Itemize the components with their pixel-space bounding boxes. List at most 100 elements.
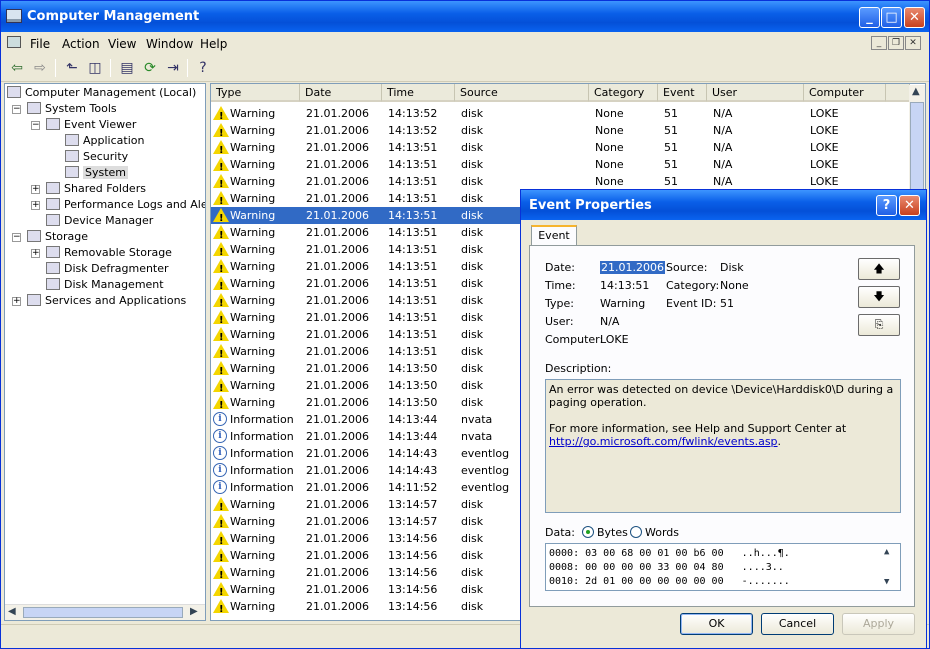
scroll-left-icon[interactable]: ◀ bbox=[8, 606, 16, 617]
cell-type: Information bbox=[230, 481, 294, 494]
tree-item-disk-management[interactable]: Disk Management bbox=[46, 277, 164, 293]
mdi-restore-button[interactable]: ❐ bbox=[888, 36, 904, 50]
words-radio[interactable]: Words bbox=[630, 526, 679, 539]
column-header-spacer bbox=[886, 84, 910, 102]
menu-help[interactable]: Help bbox=[200, 37, 227, 51]
column-header-date[interactable]: Date bbox=[300, 84, 382, 102]
menu-view[interactable]: View bbox=[108, 37, 136, 51]
cell-type: Information bbox=[230, 447, 294, 460]
mdi-minimize-button[interactable]: _ bbox=[871, 36, 887, 50]
cell-source: disk bbox=[461, 124, 484, 137]
properties-icon[interactable]: ▤ bbox=[117, 58, 137, 78]
ok-button[interactable]: OK bbox=[680, 613, 753, 635]
expand-toggle[interactable]: + bbox=[31, 249, 40, 258]
tree-item-system-tools[interactable]: System Tools bbox=[27, 101, 117, 117]
column-header-category[interactable]: Category bbox=[589, 84, 658, 102]
data-box[interactable]: 0000: 03 00 68 00 01 00 b6 00 ..h...¶. 0… bbox=[545, 543, 901, 591]
column-header-type[interactable]: Type bbox=[211, 84, 300, 102]
tree-item-shared-folders[interactable]: Shared Folders bbox=[46, 181, 146, 197]
bytes-radio[interactable]: Bytes bbox=[582, 526, 628, 539]
expand-toggle[interactable]: + bbox=[31, 201, 40, 210]
cell-date: 21.01.2006 bbox=[306, 481, 369, 494]
export-list-icon[interactable]: ⇥ bbox=[163, 58, 183, 78]
console-tree[interactable]: Computer Management (Local) − System Too… bbox=[4, 83, 206, 621]
date-value[interactable]: 21.01.2006 bbox=[600, 261, 665, 274]
menu-bar: File Action View Window Help _ ❐ ✕ bbox=[1, 32, 929, 54]
next-event-button[interactable]: 🡇 bbox=[858, 286, 900, 308]
tree-item-application[interactable]: Application bbox=[65, 133, 144, 149]
log-icon bbox=[65, 166, 79, 178]
forward-icon[interactable]: ⇨ bbox=[30, 58, 50, 78]
table-row[interactable]: Warning 21.01.2006 14:13:51 disk None 51 N/A LO… bbox=[211, 139, 911, 159]
cell-time: 14:13:51 bbox=[388, 192, 438, 205]
tree-horizontal-scrollbar[interactable]: ◀ ▶ bbox=[5, 604, 205, 620]
scroll-right-icon[interactable]: ▶ bbox=[190, 606, 198, 617]
column-header-computer[interactable]: Computer bbox=[804, 84, 886, 102]
cancel-button[interactable]: Cancel bbox=[761, 613, 834, 635]
tree-item-removable-storage[interactable]: Removable Storage bbox=[46, 245, 172, 261]
close-button[interactable]: ✕ bbox=[904, 7, 925, 28]
data-scroll-down-icon[interactable]: ▼ bbox=[884, 575, 889, 589]
tree-item-label: Device Manager bbox=[64, 214, 154, 227]
tree-item-security[interactable]: Security bbox=[65, 149, 128, 165]
warning-icon bbox=[213, 548, 229, 567]
tree-item-event-viewer[interactable]: Event Viewer bbox=[46, 117, 136, 133]
tree-item-performance-logs[interactable]: Performance Logs and Alerts bbox=[46, 197, 205, 213]
collapse-toggle[interactable]: − bbox=[12, 105, 21, 114]
cell-date: 21.01.2006 bbox=[306, 294, 369, 307]
expand-toggle[interactable]: + bbox=[31, 185, 40, 194]
tree-item-device-manager[interactable]: Device Manager bbox=[46, 213, 153, 229]
mdi-close-button[interactable]: ✕ bbox=[905, 36, 921, 50]
dialog-help-button[interactable]: ? bbox=[876, 195, 897, 216]
collapse-toggle[interactable]: − bbox=[12, 233, 21, 242]
show-hide-tree-icon[interactable]: ◫ bbox=[85, 58, 105, 78]
tree-item-label: Application bbox=[83, 134, 145, 147]
tree-item-computer-management[interactable]: Computer Management (Local) bbox=[7, 85, 196, 101]
minimize-button[interactable]: _ bbox=[859, 7, 880, 28]
description-box[interactable]: An error was detected on device \Device\… bbox=[545, 379, 901, 513]
scrollbar-thumb[interactable] bbox=[23, 607, 183, 618]
collapse-toggle[interactable]: − bbox=[31, 121, 40, 130]
apply-button[interactable]: Apply bbox=[842, 613, 915, 635]
tree-item-system[interactable]: System bbox=[65, 165, 129, 181]
maximize-button[interactable]: □ bbox=[881, 7, 902, 28]
refresh-icon[interactable]: ⟳ bbox=[140, 58, 160, 78]
back-icon[interactable]: ⇦ bbox=[7, 58, 27, 78]
table-row[interactable]: Warning 21.01.2006 14:13:52 disk None 51 N/A LO… bbox=[211, 105, 911, 125]
menu-action[interactable]: Action bbox=[62, 37, 100, 51]
column-header-source[interactable]: Source bbox=[455, 84, 589, 102]
eventid-label: Event ID: bbox=[666, 297, 717, 310]
help-icon[interactable]: ? bbox=[193, 58, 213, 78]
scrollbar-thumb[interactable] bbox=[910, 102, 924, 192]
title-bar[interactable]: Computer Management _ □ ✕ bbox=[1, 1, 929, 32]
tree-item-services-applications[interactable]: Services and Applications bbox=[27, 293, 186, 309]
storage-icon bbox=[27, 230, 41, 242]
help-link[interactable]: http://go.microsoft.com/fwlink/events.as… bbox=[549, 435, 778, 448]
column-header-time[interactable]: Time bbox=[382, 84, 455, 102]
cell-type: Warning bbox=[230, 226, 276, 239]
tree-item-storage[interactable]: Storage bbox=[27, 229, 88, 245]
table-row[interactable]: Warning 21.01.2006 14:13:51 disk None 51 N/A LO… bbox=[211, 156, 911, 176]
dialog-close-button[interactable]: ✕ bbox=[899, 195, 920, 216]
column-header-event[interactable]: Event bbox=[658, 84, 707, 102]
table-row[interactable]: Warning 21.01.2006 14:13:52 disk None 51 N/A LO… bbox=[211, 122, 911, 142]
cell-time: 14:13:50 bbox=[388, 362, 438, 375]
cell-date: 21.01.2006 bbox=[306, 158, 369, 171]
menu-window[interactable]: Window bbox=[146, 37, 193, 51]
mdi-system-icon[interactable] bbox=[7, 36, 21, 48]
dialog-title-bar[interactable]: Event Properties ? ✕ bbox=[521, 190, 926, 220]
cell-type: Warning bbox=[230, 260, 276, 273]
table-row[interactable]: Warning 21.01.2006 14:13:51 disk None 51 N/A LO… bbox=[211, 173, 911, 193]
expand-toggle[interactable]: + bbox=[12, 297, 21, 306]
data-scroll-up-icon[interactable]: ▲ bbox=[884, 545, 889, 559]
copy-button[interactable]: ⎘ bbox=[858, 314, 900, 336]
up-level-icon[interactable]: ⬑ bbox=[62, 58, 82, 78]
folder-icon bbox=[46, 182, 60, 194]
scroll-up-icon[interactable]: ▲ bbox=[912, 86, 920, 97]
menu-file[interactable]: File bbox=[30, 37, 50, 51]
previous-event-button[interactable]: 🡅 bbox=[858, 258, 900, 280]
cell-category: None bbox=[595, 175, 624, 188]
tab-event[interactable]: Event bbox=[531, 225, 577, 246]
tree-item-disk-defragmenter[interactable]: Disk Defragmenter bbox=[46, 261, 169, 277]
column-header-user[interactable]: User bbox=[707, 84, 804, 102]
